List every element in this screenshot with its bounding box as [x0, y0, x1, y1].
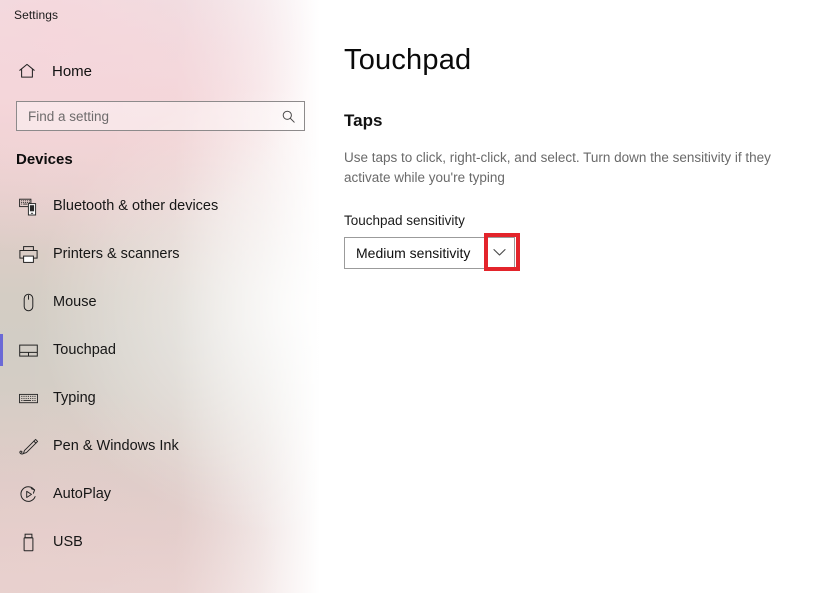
sidebar-item-usb[interactable]: USB: [0, 518, 320, 566]
page-title: Touchpad: [344, 44, 472, 76]
touchpad-sensitivity-dropdown-wrapper: Medium sensitivity: [344, 232, 520, 271]
main-content: Touchpad Taps Use taps to click, right-c…: [320, 0, 827, 593]
sidebar-item-typing[interactable]: Typing: [0, 374, 320, 422]
autoplay-icon: [16, 482, 40, 506]
sidebar-item-home[interactable]: Home: [0, 54, 320, 88]
mouse-icon: [16, 290, 40, 314]
app-title: Settings: [14, 8, 59, 22]
sidebar-item-label: USB: [53, 534, 83, 550]
sidebar-item-label: AutoPlay: [53, 486, 112, 502]
sidebar-item-printers-scanners[interactable]: Printers & scanners: [0, 230, 320, 278]
home-icon: [16, 60, 38, 82]
usb-icon: [16, 530, 40, 554]
bluetooth-devices-icon: [16, 194, 40, 218]
settings-window: Settings Home Devices: [0, 0, 827, 593]
touchpad-icon: [16, 338, 40, 362]
sidebar-nav-list: Bluetooth & other devices Printers & sca…: [0, 182, 320, 566]
section-title-taps: Taps: [344, 111, 383, 130]
search-icon[interactable]: [280, 108, 296, 124]
sidebar-category-title: Devices: [16, 151, 73, 168]
sidebar-item-touchpad[interactable]: Touchpad: [0, 326, 320, 374]
sidebar-item-bluetooth-other-devices[interactable]: Bluetooth & other devices: [0, 182, 320, 230]
sidebar: Settings Home Devices: [0, 0, 320, 593]
sidebar-item-label: Printers & scanners: [53, 246, 180, 262]
touchpad-sensitivity-dropdown[interactable]: Medium sensitivity: [344, 236, 515, 269]
keyboard-icon: [16, 386, 40, 410]
section-description: Use taps to click, right-click, and sele…: [344, 150, 771, 186]
pen-icon: [16, 434, 40, 458]
search-box[interactable]: [16, 101, 305, 131]
sidebar-item-label: Pen & Windows Ink: [53, 438, 179, 454]
sidebar-item-label: Mouse: [53, 294, 97, 310]
sidebar-item-mouse[interactable]: Mouse: [0, 278, 320, 326]
chevron-down-icon[interactable]: [484, 238, 514, 268]
printer-icon: [16, 242, 40, 266]
sidebar-item-autoplay[interactable]: AutoPlay: [0, 470, 320, 518]
sidebar-item-pen-windows-ink[interactable]: Pen & Windows Ink: [0, 422, 320, 470]
sidebar-item-label: Bluetooth & other devices: [53, 198, 219, 214]
sidebar-item-home-label: Home: [52, 62, 93, 80]
touchpad-sensitivity-label: Touchpad sensitivity: [344, 212, 465, 228]
title-bar: Settings: [0, 0, 320, 30]
touchpad-sensitivity-value: Medium sensitivity: [356, 244, 471, 261]
sidebar-item-label: Touchpad: [53, 342, 116, 358]
sidebar-item-label: Typing: [53, 390, 96, 406]
search-input[interactable]: [28, 102, 280, 130]
